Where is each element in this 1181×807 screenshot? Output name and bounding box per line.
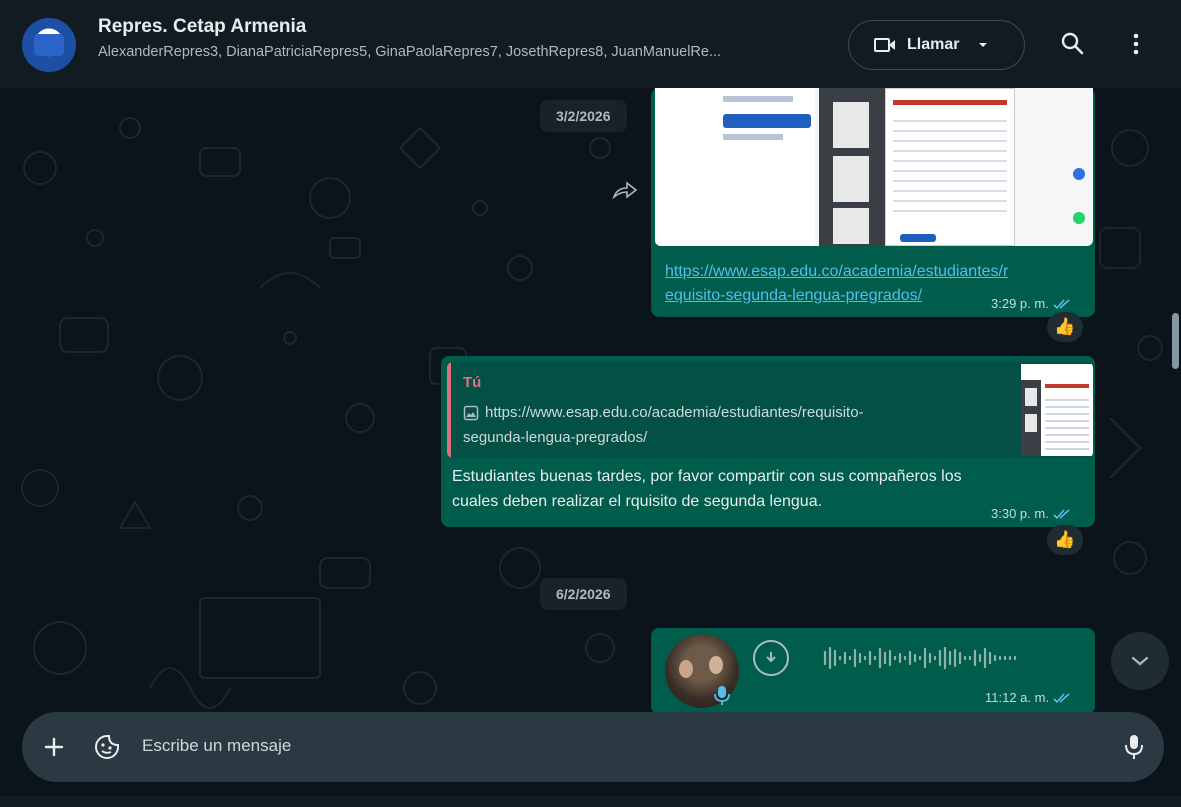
message-time: 3:29 p. m. <box>991 296 1071 311</box>
link-line: https://www.esap.edu.co/academia/estudia… <box>665 263 1009 280</box>
quote-bar <box>447 362 451 458</box>
download-icon <box>766 652 776 663</box>
message-bubble-voice[interactable]: 11:12 a. m. <box>651 628 1095 714</box>
message-link[interactable]: https://www.esap.edu.co/academia/estudia… <box>665 260 1008 308</box>
sticker-icon[interactable] <box>94 734 120 760</box>
time-text: 3:29 p. m. <box>991 296 1049 311</box>
plus-icon[interactable] <box>42 735 66 759</box>
time-text: 11:12 a. m. <box>985 690 1050 705</box>
message-bubble-reply[interactable]: Tú https://www.esap.edu.co/academia/estu… <box>441 356 1095 527</box>
message-text-line: cuales deben realizar el rquisito de seg… <box>452 493 823 510</box>
forward-icon[interactable] <box>611 180 639 200</box>
quote-line: https://www.esap.edu.co/academia/estudia… <box>485 404 864 421</box>
chevron-down-icon <box>1131 656 1149 666</box>
menu-dots-icon[interactable] <box>1122 30 1150 58</box>
message-composer[interactable]: Escribe un mensaje <box>22 712 1164 782</box>
quoted-message[interactable]: Tú https://www.esap.edu.co/academia/estu… <box>447 362 1093 458</box>
message-input[interactable]: Escribe un mensaje <box>142 736 291 756</box>
date-separator: 6/2/2026 <box>540 578 627 610</box>
reaction-badge[interactable]: 👍 <box>1047 312 1083 342</box>
image-icon <box>463 405 479 420</box>
group-members: AlexanderRepres3, DianaPatriciaRepres5, … <box>98 44 722 60</box>
chevron-down-icon <box>979 43 988 47</box>
link-preview-image[interactable] <box>655 88 1093 246</box>
download-button[interactable] <box>753 640 789 676</box>
bottom-strip <box>0 796 1181 807</box>
time-text: 3:30 p. m. <box>991 506 1049 521</box>
mic-icon <box>714 686 730 705</box>
message-text-line: Estudiantes buenas tardes, por favor com… <box>452 468 962 485</box>
read-ticks-icon <box>1053 508 1070 519</box>
quote-author: Tú <box>463 374 482 391</box>
group-info[interactable]: Repres. Cetap Armenia AlexanderRepres3, … <box>98 16 828 60</box>
message-bubble-link[interactable]: https://www.esap.edu.co/academia/estudia… <box>651 88 1095 317</box>
message-time: 11:12 a. m. <box>985 690 1071 705</box>
message-text: Estudiantes buenas tardes, por favor com… <box>452 464 962 514</box>
read-ticks-icon <box>1053 298 1070 309</box>
scrollbar[interactable] <box>1172 313 1179 369</box>
quote-thumbnail <box>1021 364 1093 456</box>
read-ticks-icon <box>1053 692 1070 703</box>
group-avatar[interactable] <box>22 18 76 72</box>
call-label: Llamar <box>907 36 960 53</box>
link-line: equisito-segunda-lengua-pregrados/ <box>665 287 923 304</box>
reaction-badge[interactable]: 👍 <box>1047 525 1083 555</box>
scroll-down-button[interactable] <box>1111 632 1169 690</box>
quote-line: segunda-lengua-pregrados/ <box>463 429 648 446</box>
quote-text: https://www.esap.edu.co/academia/estudia… <box>463 400 963 450</box>
chat-area[interactable]: 3/2/2026 https://www.esap.edu.co/academi… <box>0 88 1181 807</box>
message-time: 3:30 p. m. <box>991 506 1071 521</box>
video-icon <box>874 38 895 52</box>
group-title: Repres. Cetap Armenia <box>98 16 307 37</box>
waveform[interactable] <box>821 642 1069 674</box>
chat-header: Repres. Cetap Armenia AlexanderRepres3, … <box>0 0 1181 88</box>
mic-icon[interactable] <box>1122 733 1146 761</box>
date-separator: 3/2/2026 <box>540 100 627 132</box>
search-icon[interactable] <box>1059 30 1087 58</box>
call-button[interactable]: Llamar <box>848 20 1025 70</box>
